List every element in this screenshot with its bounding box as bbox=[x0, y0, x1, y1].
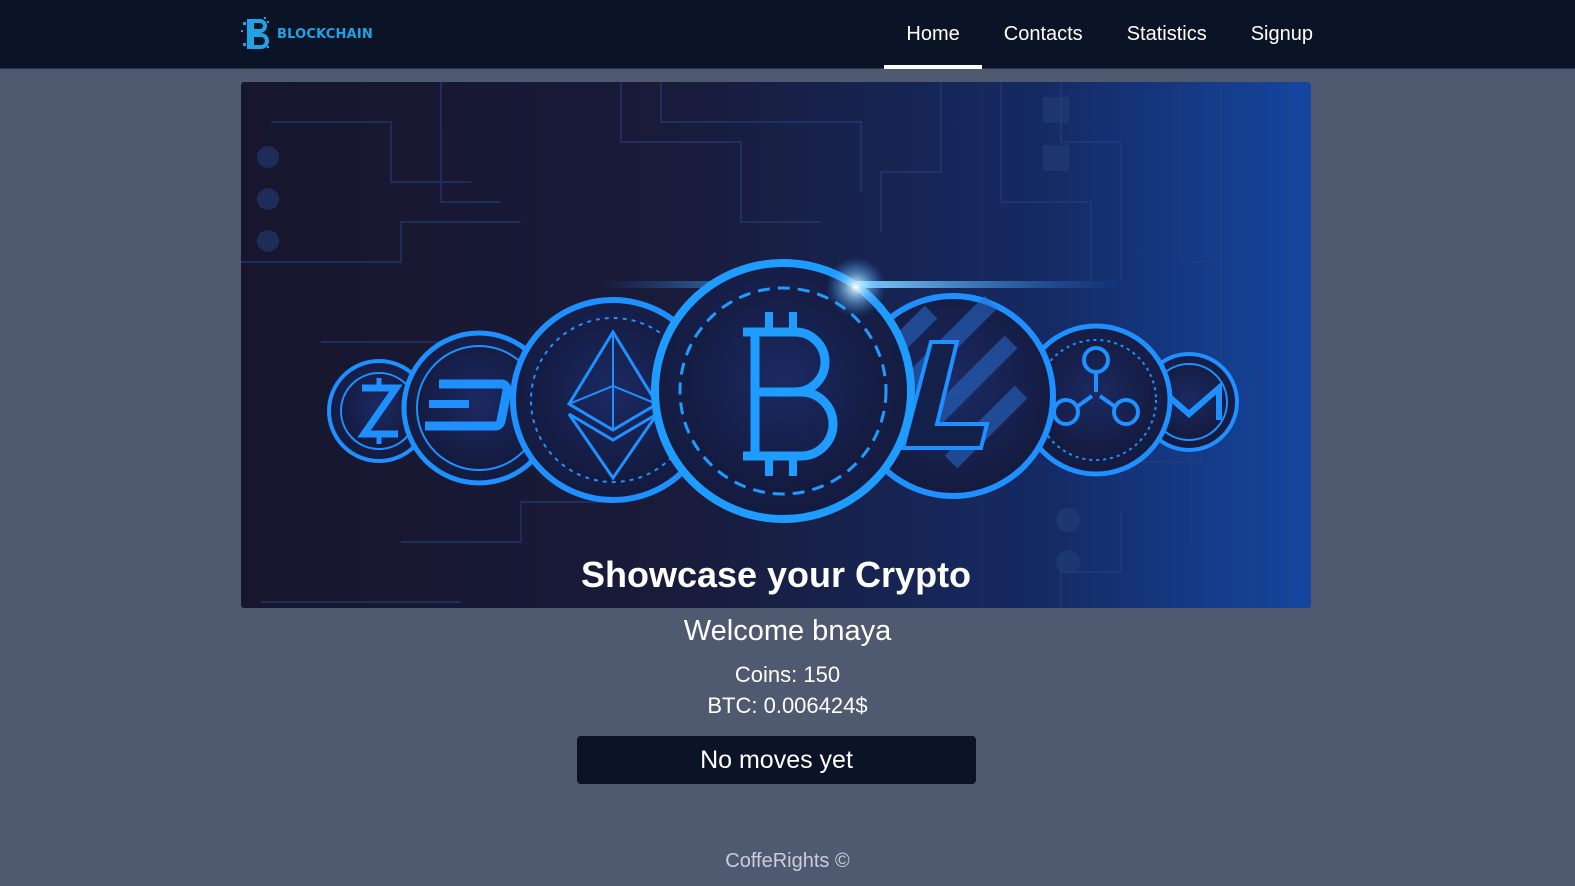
navbar: BLOCKCHAIN Home Contacts Statistics Sign… bbox=[0, 0, 1575, 69]
hero-title: Showcase your Crypto bbox=[581, 554, 971, 595]
nav-contacts[interactable]: Contacts bbox=[982, 0, 1105, 69]
logo-text: BLOCKCHAIN bbox=[277, 26, 374, 42]
nav-home[interactable]: Home bbox=[884, 0, 983, 69]
welcome-heading: Welcome bnaya bbox=[683, 615, 892, 647]
nav-signup[interactable]: Signup bbox=[1229, 0, 1335, 69]
nav-statistics[interactable]: Statistics bbox=[1105, 0, 1229, 69]
crypto-coins-illustration: Showcase your Crypto bbox=[241, 82, 1287, 608]
btc-rate: BTC: 0.006424$ bbox=[707, 693, 868, 718]
no-moves-text: No moves yet bbox=[700, 745, 853, 774]
coins-balance: Coins: 150 bbox=[734, 662, 841, 687]
hero-banner: Showcase your Crypto bbox=[241, 82, 1311, 608]
moves-panel: No moves yet bbox=[577, 736, 976, 784]
nav-links: Home Contacts Statistics Signup bbox=[884, 0, 1335, 69]
footer-copyright: CoffeRights © bbox=[725, 850, 850, 872]
brand-logo[interactable]: BLOCKCHAIN bbox=[241, 16, 373, 52]
blockchain-logo-icon bbox=[241, 17, 269, 49]
